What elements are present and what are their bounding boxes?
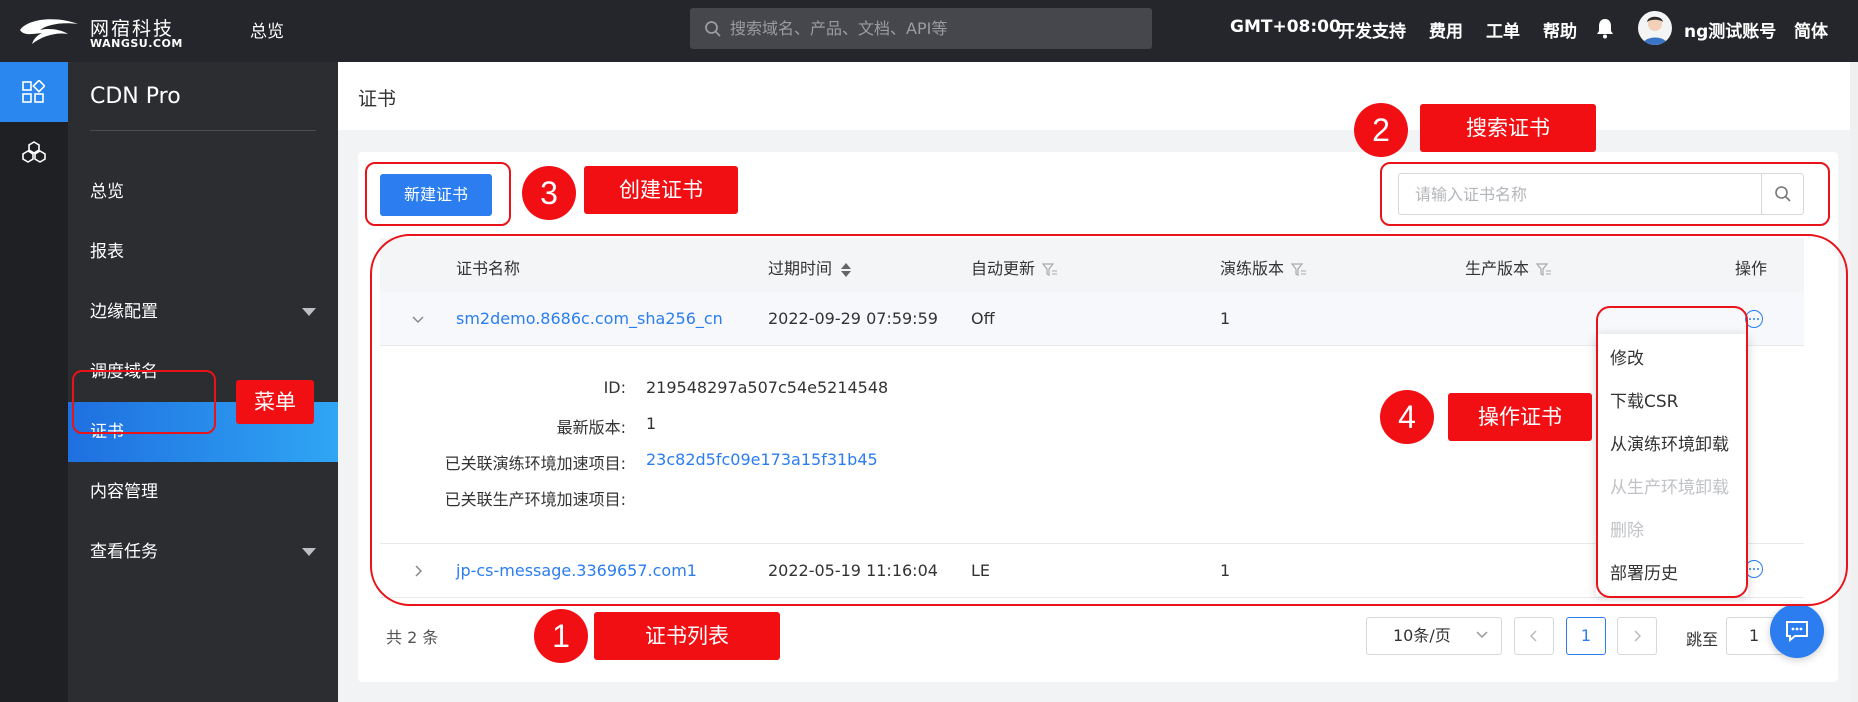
chevron-left-icon xyxy=(1529,630,1537,642)
annotation-label-list: 证书列表 xyxy=(594,612,780,660)
rail-services[interactable] xyxy=(0,122,68,182)
grid-icon xyxy=(22,80,45,103)
page-size-value: 10条/页 xyxy=(1393,626,1451,645)
bell-icon[interactable] xyxy=(1595,17,1615,39)
tickets-link[interactable]: 工单 xyxy=(1486,17,1520,42)
next-page-button[interactable] xyxy=(1617,617,1657,655)
sidebar-item-label: 边缘配置 xyxy=(90,302,158,322)
dev-support-link[interactable]: 开发支持 xyxy=(1338,17,1406,42)
jump-to-label: 跳至 xyxy=(1686,630,1719,649)
annotation-box-menu xyxy=(72,370,216,434)
annotation-number-2: 2 xyxy=(1354,103,1408,157)
billing-link[interactable]: 费用 xyxy=(1429,17,1463,42)
page-number-button[interactable]: 1 xyxy=(1566,617,1606,655)
total-count: 共 2 条 xyxy=(386,628,439,647)
wangsu-logo[interactable]: 网宿科技 WANGSU.COM xyxy=(18,10,208,52)
annotation-box-create xyxy=(365,162,511,226)
annotation-label-create: 创建证书 xyxy=(584,166,738,214)
annotation-number-4: 4 xyxy=(1380,390,1434,444)
avatar-icon xyxy=(1642,16,1668,45)
chevron-right-icon xyxy=(1634,630,1642,642)
search-icon xyxy=(705,21,721,37)
annotation-label-menu: 菜单 xyxy=(236,380,314,424)
top-nav-overview[interactable]: 总览 xyxy=(250,17,284,42)
logo-text-en: WANGSU.COM xyxy=(90,37,183,50)
sidebar-item-reports[interactable]: 报表 xyxy=(68,222,338,282)
cubes-icon xyxy=(22,141,46,163)
chevron-down-icon xyxy=(1476,631,1488,639)
help-link[interactable]: 帮助 xyxy=(1543,17,1577,42)
annotation-box-actions xyxy=(1596,306,1748,598)
annotation-number-3: 3 xyxy=(522,166,576,220)
sidebar-item-overview[interactable]: 总览 xyxy=(68,162,338,222)
annotation-label-actions: 操作证书 xyxy=(1448,393,1592,441)
sidebar-divider xyxy=(90,130,316,131)
global-search-placeholder: 搜索域名、产品、文档、API等 xyxy=(730,19,948,38)
user-avatar[interactable] xyxy=(1638,11,1672,45)
sidebar-title: CDN Pro xyxy=(90,84,181,109)
annotation-box-search xyxy=(1380,162,1830,226)
page-scrollbar[interactable] xyxy=(1850,62,1858,702)
chat-support-button[interactable] xyxy=(1770,604,1824,658)
chat-icon xyxy=(1786,621,1808,642)
sidebar-item-label: 查看任务 xyxy=(90,542,158,562)
annotation-label-search: 搜索证书 xyxy=(1420,104,1596,152)
sidebar-item-tasks[interactable]: 查看任务 xyxy=(68,522,338,582)
icon-rail xyxy=(0,62,68,702)
user-name[interactable]: ng测试账号 xyxy=(1684,17,1776,42)
timezone-selector[interactable]: GMT+08:00 xyxy=(1230,17,1341,37)
caret-down-icon xyxy=(302,308,316,316)
global-search-input[interactable]: 搜索域名、产品、文档、API等 xyxy=(690,8,1152,49)
top-navbar: 网宿科技 WANGSU.COM 总览 搜索域名、产品、文档、API等 GMT+0… xyxy=(0,0,1858,62)
logo-icon xyxy=(20,19,78,44)
sidebar-item-content-management[interactable]: 内容管理 xyxy=(68,462,338,522)
prev-page-button[interactable] xyxy=(1514,617,1554,655)
page-size-select[interactable]: 10条/页 xyxy=(1366,617,1502,655)
caret-down-icon xyxy=(302,548,316,556)
rail-products[interactable] xyxy=(0,62,68,122)
sidebar-item-edge-config[interactable]: 边缘配置 xyxy=(68,282,338,342)
page-header: 证书 xyxy=(338,62,1858,130)
annotation-number-1: 1 xyxy=(534,609,588,663)
page-title: 证书 xyxy=(358,88,397,110)
language-switch[interactable]: 简体 xyxy=(1794,17,1828,42)
